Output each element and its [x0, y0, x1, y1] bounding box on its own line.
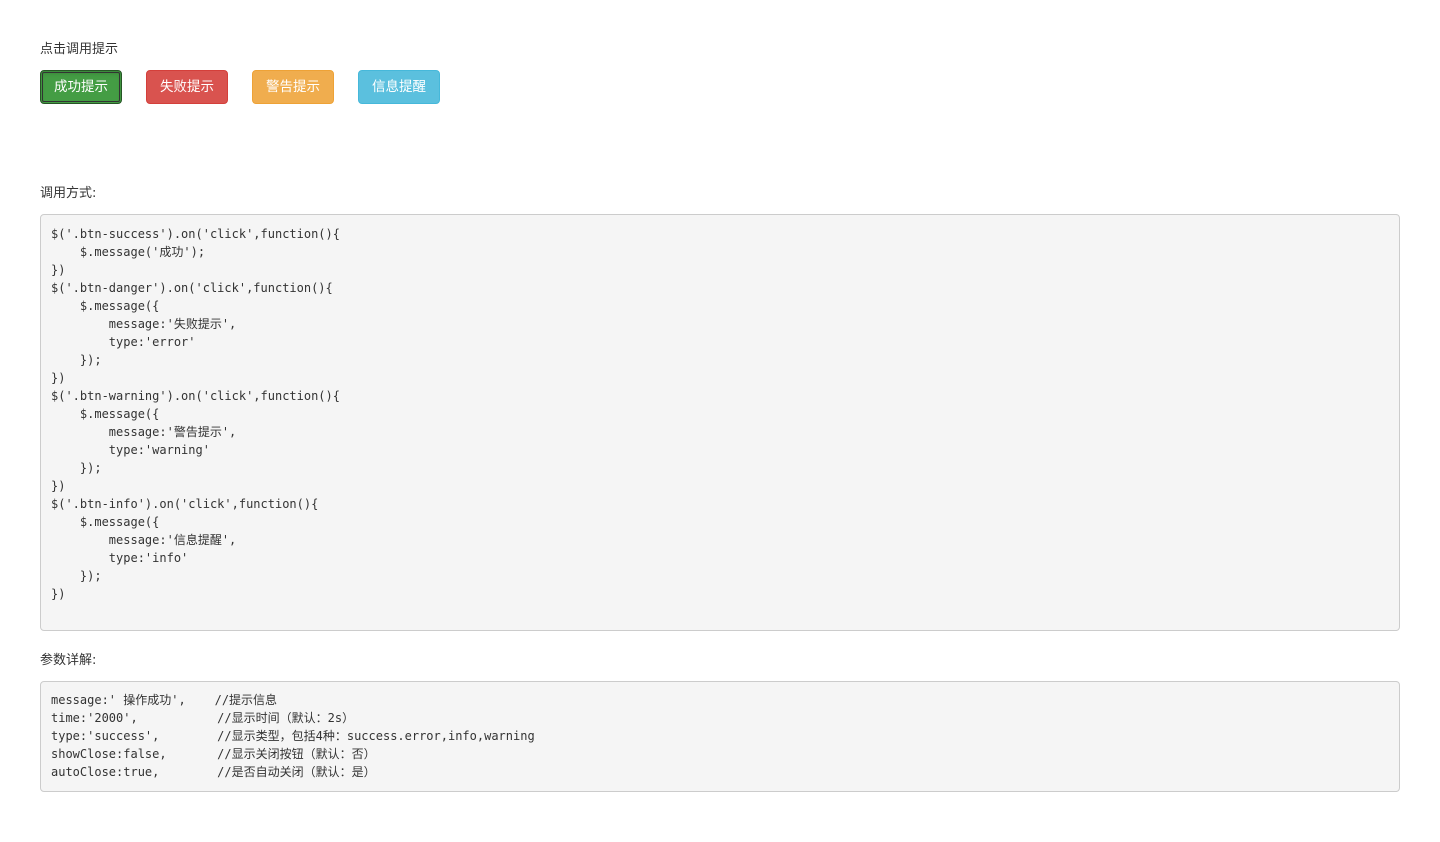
params-section-label: 参数详解:	[40, 653, 97, 668]
success-button[interactable]: 成功提示	[40, 70, 122, 104]
trigger-section-label: 点击调用提示	[40, 42, 119, 57]
usage-code-block: $('.btn-success').on('click',function(){…	[40, 214, 1400, 631]
danger-button[interactable]: 失败提示	[146, 70, 228, 104]
warning-button[interactable]: 警告提示	[252, 70, 334, 104]
usage-section-label: 调用方式:	[40, 186, 97, 201]
params-code-block: message:' 操作成功', //提示信息 time:'2000', //显…	[40, 681, 1400, 792]
info-button[interactable]: 信息提醒	[358, 70, 440, 104]
